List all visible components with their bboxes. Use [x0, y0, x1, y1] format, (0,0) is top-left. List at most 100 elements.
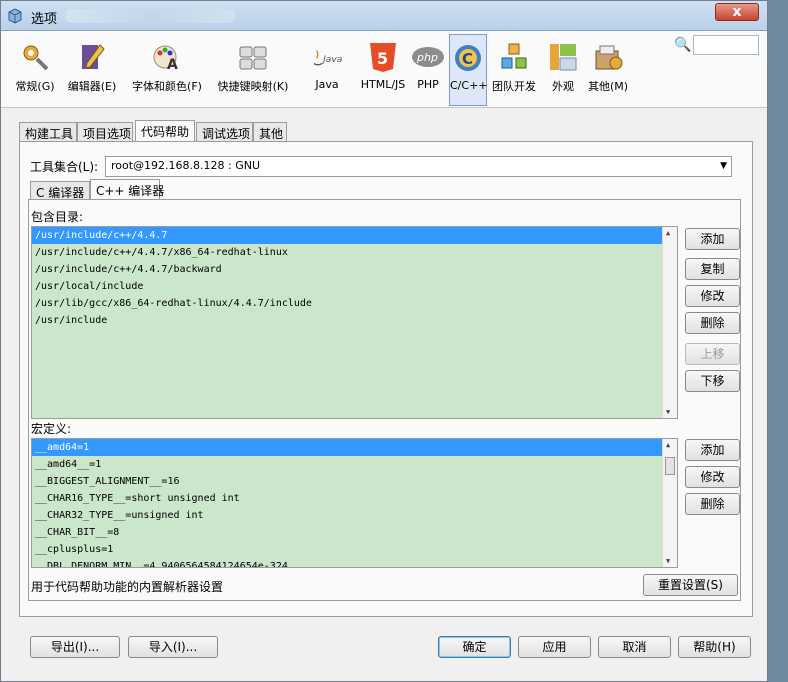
- scroll-thumb[interactable]: [665, 457, 675, 475]
- include-move-up-button[interactable]: 上移: [685, 343, 740, 365]
- include-edit-button[interactable]: 修改: [685, 285, 740, 307]
- scroll-down-icon[interactable]: ▼: [666, 408, 670, 416]
- reset-settings-button[interactable]: 重置设置(S): [643, 574, 738, 596]
- app-cube-icon: [8, 8, 22, 24]
- list-item[interactable]: /usr/include: [32, 312, 677, 329]
- macro-edit-button[interactable]: 修改: [685, 466, 740, 488]
- category-c-cpp[interactable]: C C/C++: [449, 34, 488, 106]
- c-icon-text: C: [462, 50, 473, 68]
- ok-button[interactable]: 确定: [438, 636, 511, 658]
- category-label: 常规(G): [15, 80, 55, 93]
- java-icon: Java: [310, 40, 344, 74]
- tab-other[interactable]: 其他: [253, 122, 287, 142]
- php-icon-text: php: [416, 51, 438, 64]
- category-misc[interactable]: 其他(M): [585, 34, 631, 106]
- list-item[interactable]: /usr/include/c++/4.4.7: [32, 227, 677, 244]
- category-label: HTML/JS: [360, 78, 406, 91]
- macros-label: 宏定义:: [31, 422, 72, 436]
- category-label: 编辑器(E): [67, 80, 117, 93]
- list-item[interactable]: __BIGGEST_ALIGNMENT__=16: [32, 473, 677, 490]
- palette-font-icon: A: [150, 40, 184, 74]
- category-general[interactable]: 常规(G): [13, 34, 57, 106]
- tab-cpp-compiler[interactable]: C++ 编译器: [90, 179, 164, 201]
- macros-list[interactable]: __amd64=1 __amd64__=1 __BIGGEST_ALIGNMEN…: [31, 438, 678, 568]
- tab-c-compiler[interactable]: C 编译器: [30, 181, 90, 201]
- category-label: C/C++: [450, 79, 488, 92]
- apply-button[interactable]: 应用: [518, 636, 591, 658]
- title-bar: 选项 x: [1, 1, 767, 31]
- list-item[interactable]: /usr/lib/gcc/x86_64-redhat-linux/4.4.7/i…: [32, 295, 677, 312]
- title-bar-blur: [65, 9, 235, 23]
- include-dirs-list[interactable]: /usr/include/c++/4.4.7 /usr/include/c++/…: [31, 226, 678, 419]
- pencil-book-icon: [75, 40, 109, 74]
- html5-icon-text: 5: [377, 49, 388, 68]
- c-cpp-icon: C: [451, 41, 485, 75]
- include-move-down-button[interactable]: 下移: [685, 370, 740, 392]
- category-team[interactable]: 团队开发: [489, 34, 539, 106]
- category-fonts-colors[interactable]: A 字体和颜色(F): [125, 34, 209, 106]
- category-label: 团队开发: [492, 80, 536, 93]
- gear-wrench-icon: [18, 40, 52, 74]
- include-scrollbar[interactable]: ▲ ▼: [662, 227, 677, 418]
- search-input[interactable]: [693, 35, 759, 55]
- svg-text:A: A: [167, 57, 178, 73]
- list-item[interactable]: /usr/include/c++/4.4.7/x86_64-redhat-lin…: [32, 244, 677, 261]
- category-php[interactable]: php PHP: [410, 34, 446, 106]
- category-toolbar: 常规(G) 编辑器(E) A 字体和颜色(F) 快捷键映射(K) Java Ja…: [1, 31, 767, 108]
- html5-icon: 5: [366, 40, 400, 74]
- options-dialog: 选项 x 常规(G) 编辑器(E) A 字体和颜色(F) 快捷键映射(K) Ja…: [0, 0, 768, 682]
- tab-build-tools[interactable]: 构建工具: [19, 122, 77, 142]
- list-item[interactable]: __DBL_DENORM_MIN__=4.9406564584124654e-3…: [32, 558, 677, 567]
- tab-code-assistance[interactable]: 代码帮助: [135, 120, 195, 142]
- tab-debug-options[interactable]: 调试选项: [196, 122, 253, 142]
- team-cubes-icon: [497, 40, 531, 74]
- close-button[interactable]: x: [715, 3, 759, 21]
- chevron-down-icon: ▼: [720, 161, 727, 171]
- macros-scrollbar[interactable]: ▲ ▼: [662, 439, 677, 567]
- keyboard-icon: [236, 40, 270, 74]
- include-dirs-label: 包含目录:: [31, 210, 84, 224]
- category-label: 快捷键映射(K): [217, 80, 289, 93]
- window-title: 选项: [31, 12, 58, 27]
- list-item[interactable]: __amd64__=1: [32, 456, 677, 473]
- misc-icon: [591, 40, 625, 74]
- java-icon-text: Java: [321, 55, 342, 65]
- category-label: Java: [315, 78, 339, 91]
- list-item[interactable]: __CHAR16_TYPE__=short unsigned int: [32, 490, 677, 507]
- tool-collection-value: root@192.168.8.128 : GNU: [111, 159, 261, 172]
- appearance-icon: [546, 40, 580, 74]
- tab-project-options[interactable]: 项目选项: [77, 122, 133, 142]
- list-item[interactable]: /usr/include/c++/4.4.7/backward: [32, 261, 677, 278]
- search-icon: 🔍: [674, 37, 692, 53]
- parser-settings-note: 用于代码帮助功能的内置解析器设置: [31, 580, 224, 594]
- import-button[interactable]: 导入(I)...: [128, 636, 218, 658]
- category-label: 外观: [552, 80, 574, 93]
- category-appearance[interactable]: 外观: [546, 34, 580, 106]
- category-label: PHP: [417, 78, 439, 91]
- cancel-button[interactable]: 取消: [598, 636, 671, 658]
- export-button[interactable]: 导出(I)...: [30, 636, 120, 658]
- list-item[interactable]: /usr/local/include: [32, 278, 677, 295]
- include-add-button[interactable]: 添加: [685, 228, 740, 250]
- category-label: 字体和颜色(F): [132, 80, 202, 93]
- list-item[interactable]: __amd64=1: [32, 439, 677, 456]
- category-editor[interactable]: 编辑器(E): [63, 34, 121, 106]
- include-copy-button[interactable]: 复制: [685, 258, 740, 280]
- help-button[interactable]: 帮助(H): [678, 636, 751, 658]
- tool-collection-label: 工具集合(L):: [30, 160, 99, 174]
- macro-add-button[interactable]: 添加: [685, 439, 740, 461]
- php-icon: php: [411, 40, 445, 74]
- list-item[interactable]: __cplusplus=1: [32, 541, 677, 558]
- scroll-up-icon[interactable]: ▲: [666, 229, 670, 237]
- category-label: 其他(M): [587, 80, 629, 93]
- category-java[interactable]: Java Java: [299, 34, 355, 106]
- include-delete-button[interactable]: 删除: [685, 312, 740, 334]
- scroll-up-icon[interactable]: ▲: [666, 441, 670, 449]
- list-item[interactable]: __CHAR32_TYPE__=unsigned int: [32, 507, 677, 524]
- scroll-down-icon[interactable]: ▼: [666, 557, 670, 565]
- category-keymap[interactable]: 快捷键映射(K): [211, 34, 295, 106]
- macro-delete-button[interactable]: 删除: [685, 493, 740, 515]
- tool-collection-select[interactable]: root@192.168.8.128 : GNU ▼: [105, 156, 732, 177]
- list-item[interactable]: __CHAR_BIT__=8: [32, 524, 677, 541]
- category-html-js[interactable]: 5 HTML/JS: [359, 34, 407, 106]
